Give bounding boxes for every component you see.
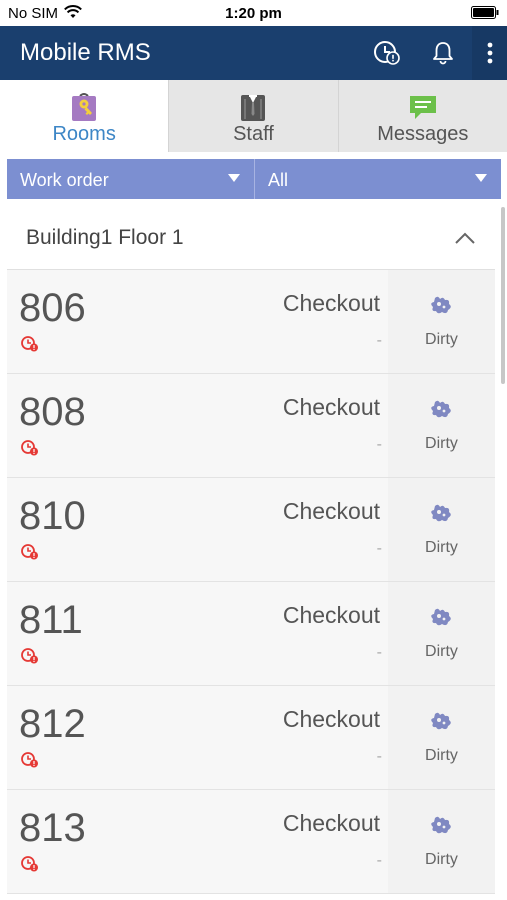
room-detail: - [376,436,382,453]
clock-alert-icon [374,41,400,65]
messages-chat-icon [409,96,436,119]
list-item[interactable]: 810 Checkout - Dirty [7,478,495,582]
app-title: Mobile RMS [20,39,151,66]
list-item[interactable]: 813 Checkout - Dirty [7,790,495,894]
overdue-clock-icon [21,544,38,560]
battery-icon [471,6,499,19]
clean-status-label: Dirty [425,331,458,348]
work-order-dropdown[interactable]: Work order [7,159,255,199]
room-status: Checkout [282,810,380,836]
room-number: 812 [19,702,86,746]
tab-rooms-label: Rooms [52,123,116,145]
room-number: 810 [19,494,86,538]
tab-rooms[interactable]: Rooms [0,80,170,152]
dirty-splat-icon [431,296,451,314]
overflow-menu-button[interactable] [472,26,507,80]
status-bar: No SIM 1:20 pm [0,0,507,26]
room-detail: - [376,540,382,557]
rooms-key-icon [72,93,97,121]
room-detail: - [376,332,382,349]
main-tabs: Rooms Staff Messages [0,80,507,152]
room-status: Checkout [282,290,380,316]
section-header[interactable]: Building1 Floor 1 [7,206,495,270]
dirty-splat-icon [431,816,451,834]
scope-dropdown[interactable]: All [255,159,501,199]
clean-status-label: Dirty [425,643,458,660]
chevron-up-icon[interactable] [453,230,477,246]
clean-status-label: Dirty [425,435,458,452]
room-number: 811 [19,598,83,642]
tab-messages[interactable]: Messages [338,80,507,152]
list-scrollbar[interactable] [501,207,505,384]
section-title: Building1 Floor 1 [26,226,184,249]
overdue-clock-icon [21,856,38,872]
chevron-down-icon [228,174,240,182]
scope-dropdown-label: All [268,170,289,190]
room-status: Checkout [282,498,380,524]
clean-status-label: Dirty [425,539,458,556]
dirty-splat-icon [431,504,451,522]
tab-staff[interactable]: Staff [169,80,339,152]
clean-status-button[interactable]: Dirty [388,582,495,685]
clean-status-button[interactable]: Dirty [388,790,495,893]
list-item[interactable]: 808 Checkout - Dirty [7,374,495,478]
room-detail: - [376,644,382,661]
list-item[interactable]: 811 Checkout - Dirty [7,582,495,686]
room-status: Checkout [282,394,380,420]
list-item[interactable]: 806 Checkout - Dirty [7,270,495,374]
dirty-splat-icon [431,712,451,730]
clean-status-button[interactable]: Dirty [388,270,495,373]
bell-icon [433,42,453,65]
overdue-clock-icon [21,752,38,768]
more-vertical-icon [487,42,492,64]
tab-staff-label: Staff [233,123,274,145]
clean-status-button[interactable]: Dirty [388,374,495,477]
dirty-splat-icon [431,608,451,626]
room-number: 813 [19,806,86,850]
work-order-dropdown-label: Work order [20,170,109,190]
overdue-clock-icon [21,440,38,456]
overdue-alerts-button[interactable] [360,26,414,80]
room-detail: - [376,852,382,869]
tab-messages-label: Messages [377,123,469,145]
overdue-clock-icon [21,648,38,664]
clean-status-label: Dirty [425,747,458,764]
room-detail: - [376,748,382,765]
clean-status-label: Dirty [425,851,458,868]
clean-status-button[interactable]: Dirty [388,686,495,789]
list-item[interactable]: 812 Checkout - Dirty [7,686,495,790]
room-list: Building1 Floor 1 806 Checkout - Dirty 8… [7,206,495,900]
room-number: 808 [19,390,86,434]
clock-time: 1:20 pm [225,5,282,22]
room-number: 806 [19,286,86,330]
room-status: Checkout [282,602,380,628]
staff-suit-icon [241,95,266,121]
app-bar: Mobile RMS [0,26,507,80]
room-status: Checkout [282,706,380,732]
overdue-clock-icon [21,336,38,352]
chevron-down-icon [475,174,487,182]
dirty-splat-icon [431,400,451,418]
clean-status-button[interactable]: Dirty [388,478,495,581]
filter-bar: Work order All [7,159,501,199]
notifications-button[interactable] [416,26,470,80]
